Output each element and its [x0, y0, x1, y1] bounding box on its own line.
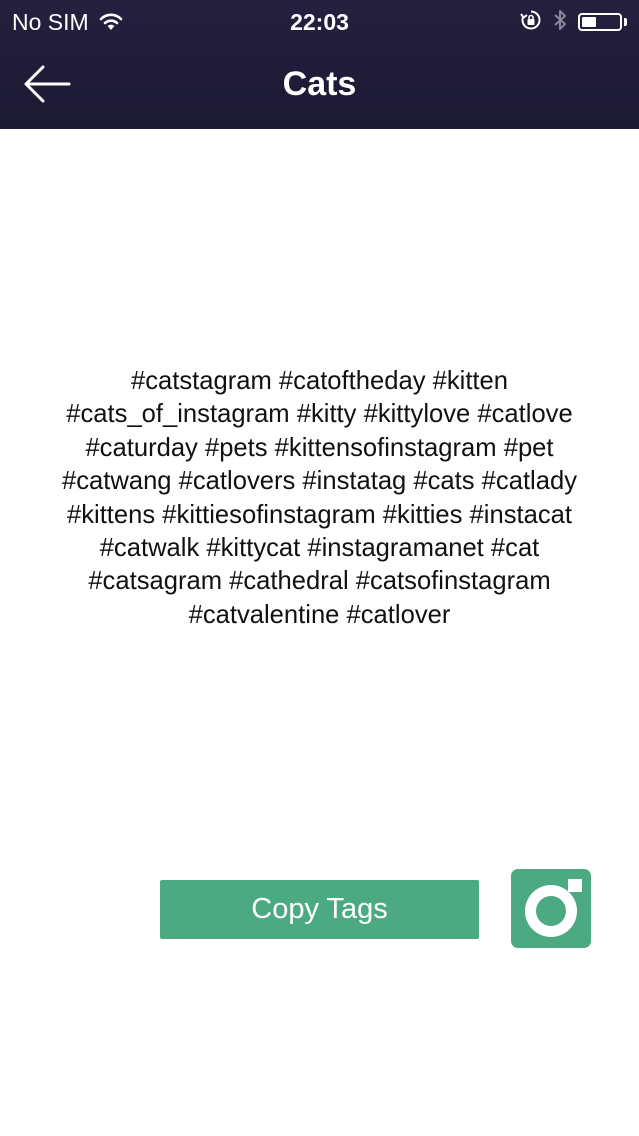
status-bar-right	[520, 6, 627, 38]
instagram-button[interactable]	[511, 869, 591, 948]
battery-level	[582, 17, 596, 27]
battery-icon	[578, 13, 622, 31]
bluetooth-icon	[552, 8, 568, 37]
copy-tags-button[interactable]: Copy Tags	[160, 880, 479, 939]
orientation-lock-icon	[520, 9, 542, 36]
instagram-icon	[511, 869, 591, 948]
hashtags-text: #catstagram #catoftheday #kitten #cats_o…	[61, 367, 578, 629]
copy-tags-label: Copy Tags	[251, 893, 388, 925]
page-title: Cats	[282, 65, 357, 103]
navigation-bar: No SIM 22:03 Cats	[0, 0, 639, 129]
battery-cap	[624, 18, 627, 26]
